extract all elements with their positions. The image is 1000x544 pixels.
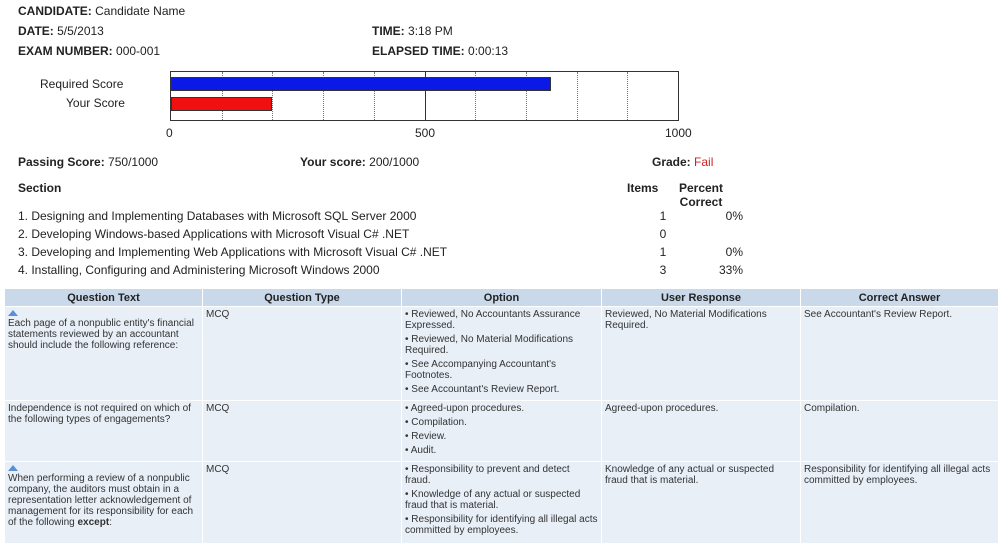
- column-header: Question Text: [4, 288, 203, 307]
- candidate-line: CANDIDATE: Candidate Name: [18, 4, 185, 18]
- correct-answer: See Accountant's Review Report.: [800, 306, 999, 401]
- grade: Grade: Fail: [652, 155, 713, 169]
- section-name: 2. Developing Windows-based Applications…: [18, 227, 410, 241]
- required-score-label: Required Score: [40, 77, 124, 91]
- section-items: 1: [659, 209, 667, 223]
- candidate-label: CANDIDATE:: [18, 4, 92, 18]
- question-text-cell: When performing a review of a nonpublic …: [4, 461, 203, 544]
- passing-value: 750/1000: [108, 155, 159, 169]
- passing-score: Passing Score: 750/1000: [18, 155, 158, 169]
- grade-label: Grade:: [652, 155, 691, 169]
- section-percent: 0%: [725, 209, 743, 223]
- option-item: Review.: [405, 431, 598, 442]
- section-row: 2. Developing Windows-based Applications…: [18, 227, 738, 241]
- option-cell: Reviewed, No Accountants Assurance Expre…: [401, 306, 602, 401]
- question-type: MCQ: [202, 400, 402, 462]
- your-score-summary-value: 200/1000: [369, 155, 420, 169]
- section-percent: 33%: [718, 263, 743, 277]
- your-score-summary-label: Your score:: [300, 155, 366, 169]
- exam-value: 000-001: [116, 44, 161, 58]
- items-header: Items: [627, 181, 659, 195]
- column-header: Question Type: [202, 288, 402, 307]
- section-row: 1. Designing and Implementing Databases …: [18, 209, 743, 223]
- question-emphasis: except: [77, 517, 110, 528]
- question-text-cell: Independence is not required on which of…: [4, 400, 203, 462]
- tick-1000: 1000: [665, 126, 692, 140]
- column-header: Option: [401, 288, 602, 307]
- date-value: 5/5/2013: [57, 24, 104, 38]
- your-score-summary: Your score: 200/1000: [300, 155, 419, 169]
- question-type: MCQ: [202, 461, 402, 544]
- option-item: Responsibility for identifying all illeg…: [405, 514, 598, 536]
- candidate-value: Candidate Name: [95, 4, 186, 18]
- section-items: 0: [659, 227, 667, 241]
- elapsed-label: ELAPSED TIME:: [372, 44, 465, 58]
- question-text-cell: Each page of a nonpublic entity's financ…: [4, 306, 203, 401]
- question-table: Question Text Question Type Option User Res…: [4, 288, 999, 544]
- option-item: See Accountant's Review Report.: [405, 384, 598, 395]
- section-name: 3. Developing and Implementing Web Appli…: [18, 245, 448, 259]
- grade-value: Fail: [694, 155, 714, 169]
- option-item: See Accompanying Accountant's Footnotes.: [405, 359, 598, 381]
- section-percent: 0%: [725, 245, 743, 259]
- flag-icon[interactable]: [8, 310, 18, 316]
- option-cell: Agreed-upon procedures. Compilation. Revie…: [401, 400, 602, 462]
- percent-header-line2: Correct: [679, 195, 723, 209]
- flag-icon[interactable]: [8, 465, 18, 471]
- elapsed-line: ELAPSED TIME: 0:00:13: [372, 44, 508, 58]
- section-items: 3: [659, 263, 667, 277]
- correct-answer: Responsibility for identifying all illeg…: [800, 461, 999, 544]
- date-line: DATE: 5/5/2013: [18, 24, 104, 38]
- time-line: TIME: 3:18 PM: [372, 24, 453, 38]
- exam-label: EXAM NUMBER:: [18, 44, 113, 58]
- table-row: Independence is not required on which of…: [4, 400, 999, 462]
- user-response: Knowledge of any actual or suspected fra…: [601, 461, 801, 544]
- section-row: 4. Installing, Configuring and Administe…: [18, 263, 743, 277]
- score-bar-chart: [170, 71, 679, 121]
- question-text: Each page of a nonpublic entity's financ…: [8, 318, 194, 351]
- section-header: Section: [18, 181, 62, 195]
- required-score-bar: [171, 77, 552, 91]
- elapsed-value: 0:00:13: [468, 44, 509, 58]
- table-row: Each page of a nonpublic entity's financ…: [4, 306, 999, 401]
- tick-500: 500: [415, 126, 436, 140]
- correct-answer: Compilation.: [800, 400, 999, 462]
- option-item: Reviewed, No Material Modifications Requ…: [405, 334, 598, 356]
- percent-header: Percent Correct: [673, 181, 729, 209]
- option-item: Agreed-upon procedures.: [405, 403, 598, 414]
- section-items: 1: [659, 245, 667, 259]
- option-item: Reviewed, No Accountants Assurance Expre…: [405, 309, 598, 331]
- your-score-label: Your Score: [66, 96, 125, 110]
- table-row: When performing a review of a nonpublic …: [4, 461, 999, 544]
- your-score-bar: [171, 97, 273, 111]
- section-name: 4. Installing, Configuring and Administe…: [18, 263, 380, 277]
- user-response: Agreed-upon procedures.: [601, 400, 801, 462]
- passing-label: Passing Score:: [18, 155, 105, 169]
- option-cell: Responsibility to prevent and detect fra…: [401, 461, 602, 544]
- column-header: User Response: [601, 288, 801, 307]
- option-item: Compilation.: [405, 417, 598, 428]
- question-text: Independence is not required on which of…: [8, 403, 191, 425]
- date-label: DATE:: [18, 24, 54, 38]
- option-item: Audit.: [405, 445, 598, 456]
- user-response: Reviewed, No Material Modifications Requ…: [601, 306, 801, 401]
- option-item: Responsibility to prevent and detect fra…: [405, 464, 598, 486]
- section-name: 1. Designing and Implementing Databases …: [18, 209, 417, 223]
- exam-line: EXAM NUMBER: 000-001: [18, 44, 160, 58]
- time-value: 3:18 PM: [408, 24, 453, 38]
- question-type: MCQ: [202, 306, 402, 401]
- time-label: TIME:: [372, 24, 405, 38]
- section-row: 3. Developing and Implementing Web Appli…: [18, 245, 743, 259]
- option-item: Knowledge of any actual or suspected fra…: [405, 489, 598, 511]
- percent-header-line1: Percent: [678, 181, 724, 195]
- tick-0: 0: [166, 126, 173, 140]
- column-header: Correct Answer: [800, 288, 999, 307]
